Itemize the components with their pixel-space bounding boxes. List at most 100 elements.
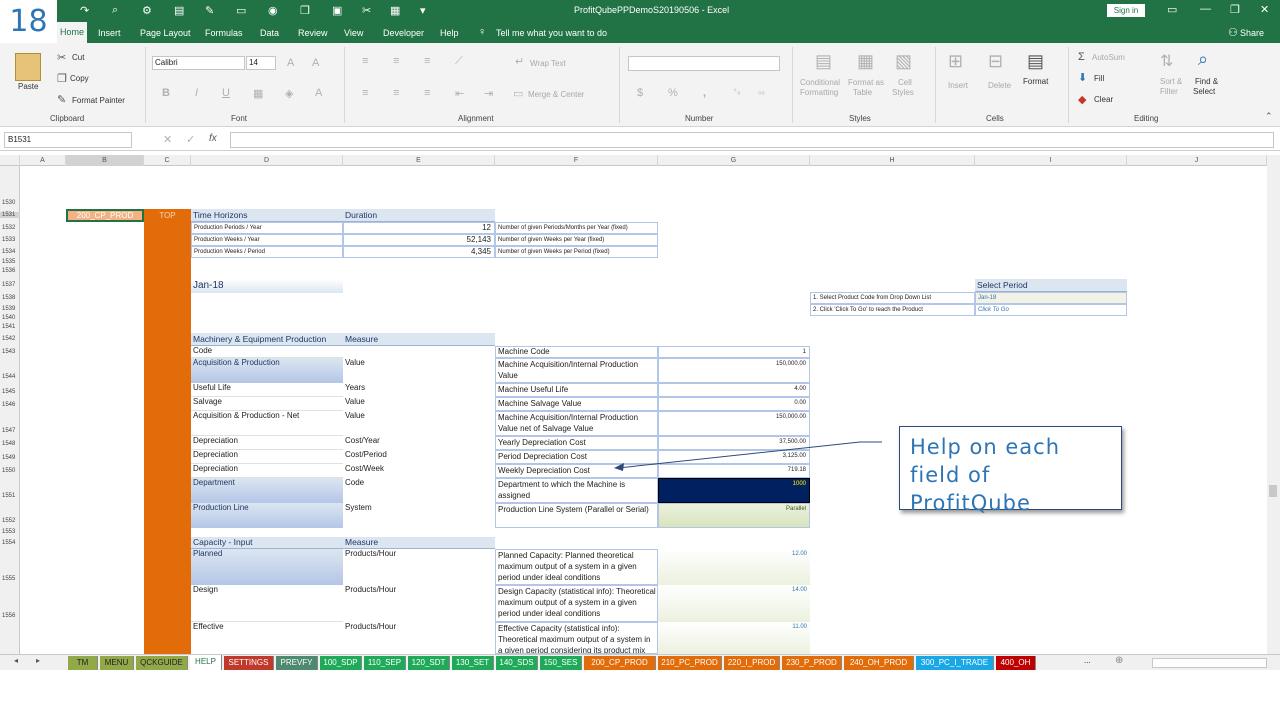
sheet-tab[interactable]: 220_I_PROD: [724, 656, 780, 670]
formula-input[interactable]: [230, 132, 1274, 148]
sheet-tab[interactable]: 200_CP_PROD: [584, 656, 656, 670]
sign-in-button[interactable]: Sign in: [1107, 4, 1145, 17]
conditional-formatting-label-1[interactable]: Conditional: [800, 78, 840, 87]
prod-periods-value[interactable]: 12: [343, 222, 495, 234]
sheet-tab[interactable]: HELP: [190, 655, 222, 670]
print-preview-icon[interactable]: ⌕: [112, 4, 118, 17]
percent-icon[interactable]: %: [668, 87, 678, 99]
mach-measure[interactable]: Value: [343, 397, 495, 411]
fill-button[interactable]: Fill: [1094, 74, 1104, 83]
mach-label[interactable]: Department: [191, 478, 343, 503]
sheet-tab[interactable]: 130_SET: [452, 656, 494, 670]
tab-home[interactable]: Home: [57, 22, 87, 43]
sheet-tab[interactable]: PREVFY: [276, 656, 318, 670]
mach-measure[interactable]: Years: [343, 383, 495, 397]
mach-measure[interactable]: System: [343, 503, 495, 528]
cell-styles-label-2[interactable]: Styles: [892, 88, 914, 97]
copy-button[interactable]: Copy: [70, 74, 89, 83]
sheet-tab[interactable]: 230_P_PROD: [782, 656, 842, 670]
restore-icon[interactable]: ❐: [1230, 3, 1240, 16]
align-right-icon[interactable]: ≡: [424, 87, 430, 99]
decrease-indent-icon[interactable]: ⇤: [455, 87, 464, 100]
vertical-scroll-thumb[interactable]: [1269, 485, 1277, 497]
increase-font-icon[interactable]: A: [287, 57, 294, 69]
vertical-scrollbar[interactable]: [1267, 155, 1280, 654]
redo-icon[interactable]: ↷: [80, 4, 89, 17]
name-box[interactable]: B1531: [4, 132, 132, 148]
cut-button[interactable]: Cut: [72, 53, 84, 62]
sheet-tab[interactable]: SETTINGS: [224, 656, 274, 670]
collapse-ribbon-icon[interactable]: ⌃: [1265, 111, 1273, 122]
tab-data[interactable]: Data: [260, 28, 279, 38]
sheet-tab[interactable]: 210_PC_PROD: [658, 656, 722, 670]
insert-cells-button[interactable]: Insert: [948, 81, 968, 90]
click-to-go-link[interactable]: Click To Go: [975, 304, 1127, 316]
conditional-formatting-label-2[interactable]: Formatting: [800, 88, 838, 97]
format-cells-button[interactable]: Format: [1023, 77, 1048, 86]
capacity-measure[interactable]: Products/Hour: [343, 622, 495, 654]
capacity-measure[interactable]: Products/Hour: [343, 585, 495, 622]
sheet-tab[interactable]: MENU: [100, 656, 134, 670]
autosum-button[interactable]: AutoSum: [1092, 53, 1125, 62]
font-size-select[interactable]: 14: [246, 56, 276, 70]
align-middle-icon[interactable]: ≡: [393, 55, 399, 67]
customize-qat-icon[interactable]: ▾: [420, 4, 426, 17]
tab-developer[interactable]: Developer: [383, 28, 424, 38]
increase-decimal-icon[interactable]: ⁺₀: [733, 87, 741, 96]
doc-icon[interactable]: ▭: [236, 4, 246, 17]
sheet-tab[interactable]: 240_OH_PROD: [844, 656, 914, 670]
tab-formulas[interactable]: Formulas: [205, 28, 243, 38]
italic-icon[interactable]: I: [195, 87, 198, 99]
scroll-tabs-left-icon[interactable]: ◂: [14, 656, 18, 665]
tab-view[interactable]: View: [344, 28, 363, 38]
scroll-tabs-right-icon[interactable]: ▸: [36, 656, 40, 665]
mach-measure[interactable]: Cost/Period: [343, 450, 495, 464]
mach-value[interactable]: 1: [658, 346, 810, 358]
col-b[interactable]: B: [66, 155, 144, 166]
department-value[interactable]: 1000: [658, 478, 810, 503]
cell-b1531[interactable]: 200_CP_PROD: [66, 209, 144, 222]
more-sheets[interactable]: ...: [1084, 656, 1091, 665]
mach-label[interactable]: Production Line: [191, 503, 343, 528]
close-icon[interactable]: ✕: [1260, 3, 1269, 16]
col-a[interactable]: A: [20, 155, 66, 166]
col-j[interactable]: J: [1127, 155, 1267, 166]
delete-cells-button[interactable]: Delete: [988, 81, 1011, 90]
sheet-tab[interactable]: 110_SEP: [364, 656, 406, 670]
fill-color-icon[interactable]: ◈: [285, 87, 293, 100]
prod-weeks-year-value[interactable]: 52,143: [343, 234, 495, 246]
tool-icon[interactable]: ✎: [205, 4, 214, 17]
sheet-tab[interactable]: 100_SDP: [320, 656, 362, 670]
mach-label[interactable]: Acquisition & Production: [191, 358, 343, 383]
paste-button[interactable]: Paste: [18, 82, 38, 91]
clear-button[interactable]: Clear: [1094, 95, 1113, 104]
function-icon[interactable]: fx: [209, 133, 217, 144]
capacity-value[interactable]: 11.00: [658, 622, 810, 654]
mach-label[interactable]: Acquisition & Production - Net: [191, 411, 343, 436]
number-format-select[interactable]: [628, 56, 780, 71]
sheet-tab[interactable]: TM: [68, 656, 98, 670]
sheet-tab[interactable]: 140_SDS: [496, 656, 538, 670]
prod-weeks-period-value[interactable]: 4,345: [343, 246, 495, 258]
camera-icon[interactable]: ◉: [268, 4, 278, 17]
horizontal-scrollbar[interactable]: [1152, 658, 1267, 668]
orientation-icon[interactable]: ⟋: [455, 55, 463, 68]
mach-measure[interactable]: Cost/Year: [343, 436, 495, 450]
clipboard-icon[interactable]: ▦: [390, 4, 400, 17]
select-all[interactable]: [0, 155, 20, 166]
mach-value[interactable]: 150,000.00: [658, 358, 810, 383]
cell-styles-label-1[interactable]: Cell: [898, 78, 912, 87]
col-c[interactable]: C: [144, 155, 191, 166]
align-left-icon[interactable]: ≡: [362, 87, 368, 99]
increase-indent-icon[interactable]: ⇥: [484, 87, 493, 100]
align-center-icon[interactable]: ≡: [393, 87, 399, 99]
wrap-text-icon[interactable]: ↵: [515, 55, 524, 68]
cancel-icon[interactable]: ✕: [163, 133, 172, 146]
merge-icon[interactable]: ▭: [513, 87, 523, 100]
new-sheet-icon[interactable]: ⊕: [1115, 655, 1123, 666]
cut-icon[interactable]: ✂: [362, 4, 371, 17]
sheet-tab[interactable]: 300_PC_I_TRADE: [916, 656, 994, 670]
merge-center-button[interactable]: Merge & Center: [528, 90, 584, 99]
mach-measure[interactable]: Value: [343, 358, 495, 383]
capacity-value[interactable]: 14.00: [658, 585, 810, 622]
